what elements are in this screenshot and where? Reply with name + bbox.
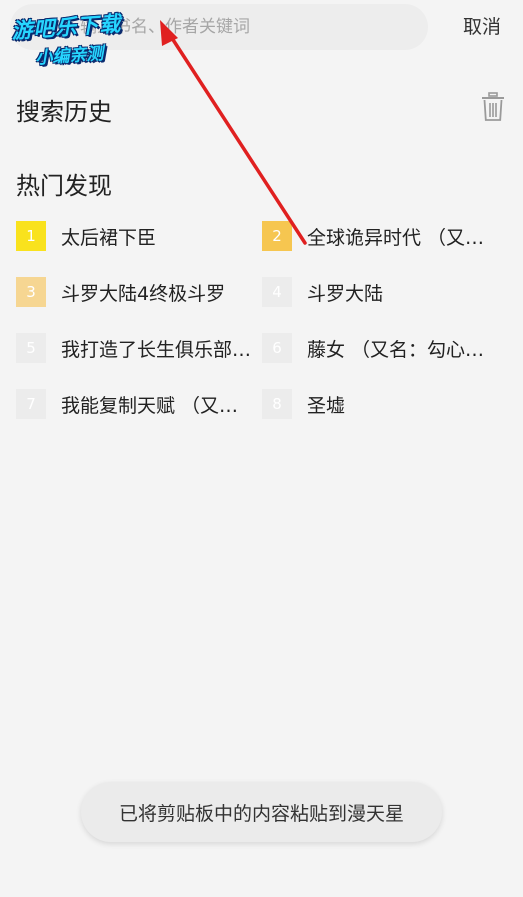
rank-badge: 1	[16, 221, 46, 251]
hot-item-4[interactable]: 4 斗罗大陆	[262, 277, 503, 307]
rank-badge: 6	[262, 333, 292, 363]
hot-item-title: 藤女 （又名：勾心斗…	[307, 338, 503, 361]
rank-badge: 5	[16, 333, 46, 363]
hot-item-7[interactable]: 7 我能复制天赋 （又名…	[16, 389, 257, 419]
search-history-title: 搜索历史	[16, 98, 112, 126]
hot-item-title: 全球诡异时代 （又名…	[307, 226, 503, 249]
hot-item-3[interactable]: 3 斗罗大陆4终极斗罗	[16, 277, 257, 307]
hot-item-title: 我打造了长生俱乐部…	[61, 338, 252, 361]
hot-item-title: 斗罗大陆	[307, 282, 384, 305]
hot-item-5[interactable]: 5 我打造了长生俱乐部…	[16, 333, 257, 363]
search-page: 取消 游吧乐下载 小编亲测 搜索历史 热门发现 1 太后裙下臣 2 全球诡异时代…	[0, 0, 523, 897]
hot-discover-title: 热门发现	[16, 172, 112, 200]
arrow-shaft	[166, 30, 307, 245]
watermark-logo: 游吧乐下载 小编亲测	[10, 5, 163, 69]
hot-item-8[interactable]: 8 圣墟	[262, 389, 503, 419]
rank-badge: 7	[16, 389, 46, 419]
trash-icon[interactable]	[481, 92, 505, 122]
clipboard-toast: 已将剪贴板中的内容粘贴到漫天星	[81, 782, 442, 842]
hot-item-title: 太后裙下臣	[61, 226, 157, 249]
hot-item-1[interactable]: 1 太后裙下臣	[16, 221, 257, 251]
rank-badge: 3	[16, 277, 46, 307]
rank-badge: 4	[262, 277, 292, 307]
rank-badge: 8	[262, 389, 292, 419]
cancel-button[interactable]: 取消	[463, 12, 501, 39]
hot-item-title: 圣墟	[307, 394, 346, 417]
hot-item-6[interactable]: 6 藤女 （又名：勾心斗…	[262, 333, 503, 363]
hot-item-title: 我能复制天赋 （又名…	[61, 394, 257, 417]
hot-item-title: 斗罗大陆4终极斗罗	[61, 282, 226, 305]
rank-badge: 2	[262, 221, 292, 251]
hot-item-2[interactable]: 2 全球诡异时代 （又名…	[262, 221, 503, 251]
